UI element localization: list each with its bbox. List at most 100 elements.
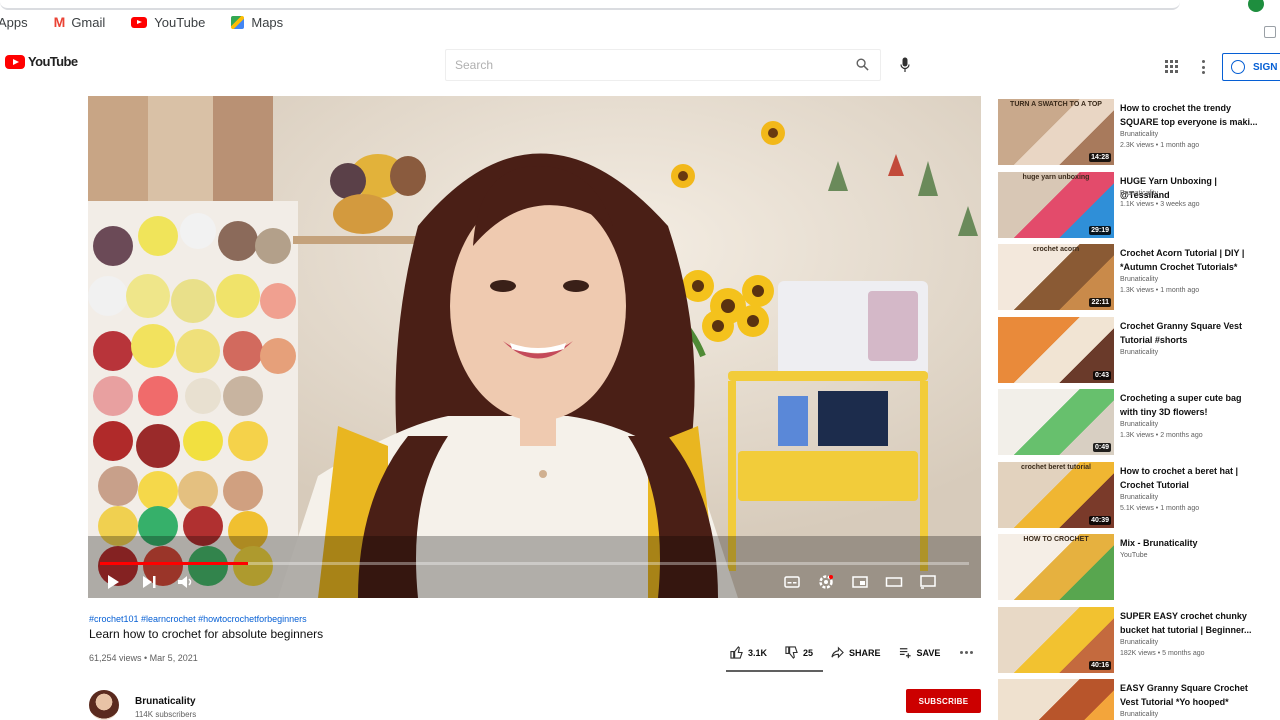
miniplayer-icon[interactable] bbox=[851, 573, 869, 591]
subtitles-icon[interactable] bbox=[783, 573, 801, 591]
recommendation-thumbnail[interactable]: 0:49 bbox=[998, 389, 1114, 455]
search-box bbox=[445, 49, 881, 81]
thumbnail-caption: crochet acorn bbox=[1032, 246, 1080, 253]
recommendation-thumbnail[interactable]: crochet beret tutorial 40:39 bbox=[998, 461, 1114, 528]
recommendation-channel[interactable]: Brunaticality bbox=[1120, 421, 1158, 428]
recommendation-title[interactable]: Crocheting a super cute bag with tiny 3D… bbox=[1120, 391, 1260, 419]
recommendation-channel[interactable]: Brunaticality bbox=[1120, 276, 1158, 283]
progress-bar[interactable] bbox=[100, 562, 969, 565]
recommendation-title[interactable]: Crochet Granny Square Vest Tutorial #sho… bbox=[1120, 319, 1260, 347]
masthead: YouTube SIGN IN bbox=[0, 44, 1280, 90]
recommendation-meta: 1.1K views • 3 weeks ago bbox=[1120, 200, 1200, 208]
recommendation-title[interactable]: HUGE Yarn Unboxing | @Tessiland bbox=[1120, 174, 1260, 202]
view-count-date: 61,254 views • Mar 5, 2021 bbox=[89, 653, 198, 663]
thumbnail-caption: huge yarn unboxing bbox=[1022, 173, 1090, 181]
recommendation-item[interactable]: 0:49 Crocheting a super cute bag with tin… bbox=[998, 389, 1280, 462]
search-icon[interactable] bbox=[856, 58, 869, 71]
save-label: SAVE bbox=[916, 647, 941, 658]
play-icon[interactable] bbox=[104, 573, 122, 591]
microphone-icon[interactable] bbox=[900, 57, 910, 73]
recommendation-channel[interactable]: Brunaticality bbox=[1120, 711, 1158, 718]
browser-window: Apps M Gmail YouTube Maps YouTube Search… bbox=[0, 0, 1280, 720]
bookmark-maps[interactable]: Maps bbox=[231, 15, 283, 30]
video-duration: 29:19 bbox=[1089, 225, 1111, 235]
player-controls-right bbox=[783, 572, 937, 592]
recommendation-item[interactable]: TURN A SWATCH TO A TOP 14:28 How to croche… bbox=[998, 99, 1280, 172]
cast-icon[interactable] bbox=[919, 573, 937, 591]
video-duration: 0:49 bbox=[1092, 443, 1111, 452]
settings-gear-icon[interactable] bbox=[817, 573, 835, 591]
bookmarks-bar: Apps M Gmail YouTube Maps bbox=[0, 0, 1280, 44]
gmail-icon: M bbox=[53, 14, 66, 30]
recommendation-title[interactable]: Mix - Brunaticality bbox=[1120, 536, 1260, 550]
recommendation-thumbnail[interactable]: huge yarn unboxing 29:19 bbox=[998, 171, 1114, 238]
recommendation-thumbnail[interactable]: crochet acorn 22:11 bbox=[998, 244, 1114, 310]
recommendation-title[interactable]: How to crochet the trendy SQUARE top eve… bbox=[1120, 101, 1260, 129]
youtube-logo-text: YouTube bbox=[28, 54, 78, 69]
recommendation-channel[interactable]: Brunaticality bbox=[1120, 494, 1158, 501]
recommendation-item[interactable]: 40:16 SUPER EASY crochet chunky bucket ha… bbox=[998, 606, 1280, 680]
recommendation-thumbnail[interactable]: 40:16 bbox=[998, 606, 1114, 673]
bookmark-label: Maps bbox=[251, 14, 284, 30]
recommendation-channel[interactable]: YouTube bbox=[1120, 552, 1148, 559]
bookmark-label: Gmail bbox=[71, 14, 106, 30]
like-ratio-bar bbox=[726, 670, 823, 672]
recommendation-thumbnail[interactable]: TURN A SWATCH TO A TOP 14:28 bbox=[998, 99, 1114, 165]
recommendation-channel[interactable]: Brunaticality bbox=[1120, 349, 1158, 356]
video-hashtags[interactable]: #crochet101 #learncrochet #howtocrochetf… bbox=[89, 614, 307, 624]
recommendation-item[interactable]: huge yarn unboxing 29:19 HUGE Yarn Unboxin… bbox=[998, 171, 1280, 245]
side-panel-icon[interactable] bbox=[1264, 26, 1276, 38]
recommendation-channel[interactable]: Brunaticality bbox=[1120, 131, 1158, 138]
next-icon[interactable] bbox=[140, 573, 158, 591]
search-input[interactable] bbox=[446, 50, 826, 80]
recommendation-channel[interactable]: Brunaticality bbox=[1120, 639, 1158, 646]
youtube-icon bbox=[131, 16, 148, 28]
recommendation-item[interactable]: HOW TO CROCHET Mix - Brunaticality YouTube bbox=[998, 534, 1280, 607]
sign-in-button[interactable]: SIGN IN bbox=[1222, 53, 1280, 81]
dislike-button[interactable]: 25 bbox=[785, 646, 813, 659]
recommendation-channel[interactable]: Brunaticality bbox=[1120, 190, 1158, 197]
settings-menu-icon[interactable] bbox=[1201, 60, 1205, 74]
subscribe-button[interactable]: SUBSCRIBE bbox=[906, 689, 981, 713]
youtube-logo-icon bbox=[5, 54, 25, 69]
recommendations-list: TURN A SWATCH TO A TOP 14:28 How to croche… bbox=[998, 99, 1280, 720]
address-bar-edge bbox=[0, 0, 1180, 10]
recommendation-meta: 5.1K views • 1 month ago bbox=[1120, 504, 1200, 512]
channel-name[interactable]: Brunaticality bbox=[135, 696, 196, 707]
recommendation-thumbnail[interactable] bbox=[998, 679, 1114, 720]
video-duration: 14:28 bbox=[1089, 153, 1111, 162]
sign-in-label: SIGN IN bbox=[1253, 61, 1280, 73]
video-player[interactable] bbox=[88, 96, 981, 598]
apps-grid-icon[interactable] bbox=[1165, 60, 1178, 73]
browser-profile-avatar[interactable] bbox=[1248, 0, 1264, 12]
video-duration: 40:16 bbox=[1089, 660, 1111, 670]
bookmark-apps-label: Apps bbox=[0, 14, 28, 30]
like-button[interactable]: 3.1K bbox=[730, 646, 767, 659]
recommendation-item[interactable]: crochet acorn 22:11 Crochet Acorn Tutorial… bbox=[998, 244, 1280, 317]
recommendation-thumbnail[interactable]: HOW TO CROCHET bbox=[998, 534, 1114, 600]
share-button[interactable]: SHARE bbox=[831, 646, 881, 659]
theater-mode-icon[interactable] bbox=[885, 573, 903, 591]
recommendation-item[interactable]: crochet beret tutorial 40:39 How to croche… bbox=[998, 461, 1280, 535]
recommendation-title[interactable]: Crochet Acorn Tutorial | DIY | *Autumn C… bbox=[1120, 246, 1260, 274]
recommendation-title[interactable]: SUPER EASY crochet chunky bucket hat tut… bbox=[1120, 609, 1260, 637]
bookmark-apps[interactable]: Apps bbox=[0, 15, 28, 30]
more-actions-icon[interactable] bbox=[960, 651, 974, 654]
save-button[interactable]: SAVE bbox=[899, 646, 941, 659]
volume-icon[interactable] bbox=[176, 573, 194, 591]
bookmark-label: YouTube bbox=[154, 14, 206, 30]
subscriber-count: 114K subscribers bbox=[135, 710, 197, 719]
recommendation-title[interactable]: How to crochet a beret hat | Crochet Tut… bbox=[1120, 464, 1260, 492]
like-count: 3.1K bbox=[748, 647, 768, 658]
recommendation-thumbnail[interactable]: 0:43 bbox=[998, 316, 1114, 383]
thumbs-up-icon bbox=[730, 646, 743, 659]
recommendation-item[interactable]: EASY Granny Square Crochet Vest Tutorial… bbox=[998, 679, 1280, 720]
youtube-logo[interactable]: YouTube bbox=[5, 54, 78, 69]
bookmark-gmail[interactable]: M Gmail bbox=[54, 14, 106, 30]
video-frame bbox=[88, 96, 981, 598]
recommendation-item[interactable]: 0:43 Crochet Granny Square Vest Tutorial … bbox=[998, 316, 1280, 390]
bookmark-youtube[interactable]: YouTube bbox=[131, 15, 205, 30]
recommendation-title[interactable]: EASY Granny Square Crochet Vest Tutorial… bbox=[1120, 681, 1260, 709]
channel-avatar[interactable] bbox=[89, 690, 119, 720]
thumbnail-caption: crochet beret tutorial bbox=[1020, 463, 1091, 471]
